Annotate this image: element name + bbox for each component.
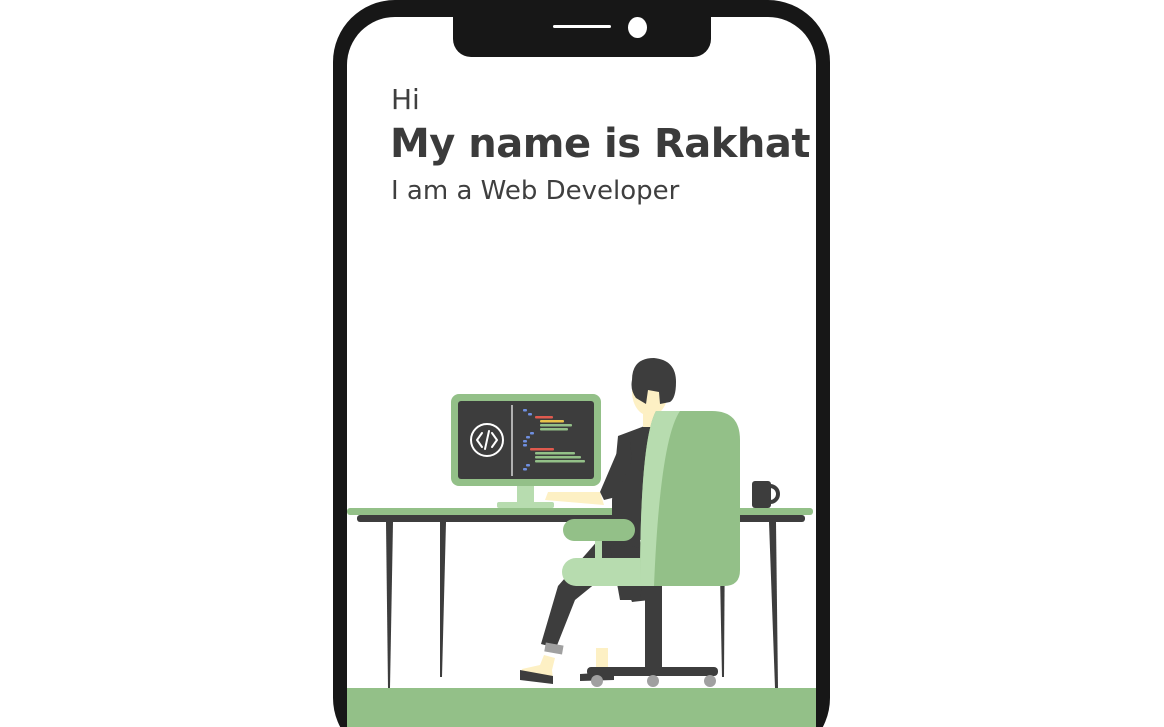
portfolio-page: Hi My name is Rakhat I am a Web Develope… xyxy=(0,0,1164,727)
developer-illustration xyxy=(347,358,813,688)
coffee-mug-icon xyxy=(752,481,780,508)
